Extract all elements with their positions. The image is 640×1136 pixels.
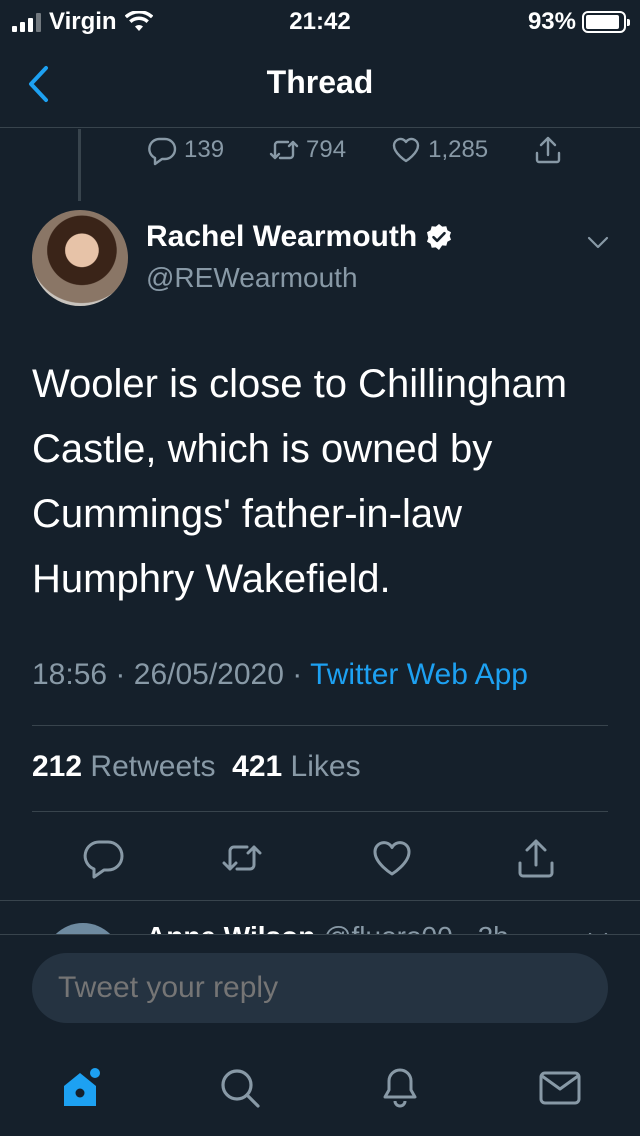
next-reply-preview[interactable]: Anne Wilson @fluoro00 · 2h — [0, 900, 640, 936]
avatar[interactable] — [32, 210, 128, 306]
divider — [32, 725, 608, 726]
likes-stat[interactable]: 421 Likes — [232, 750, 360, 783]
like-total: 421 — [232, 750, 283, 783]
tweet-stats: 212 Retweets 421 Likes — [32, 750, 361, 784]
like-label: Likes — [290, 750, 361, 783]
reply-action[interactable]: 139 — [146, 134, 224, 166]
reply-bar — [0, 934, 640, 1038]
tweet-source-link[interactable]: Twitter Web App — [310, 658, 528, 691]
chevron-down-icon[interactable] — [584, 228, 612, 256]
thread-connector-line — [78, 129, 81, 201]
tweet-time: 18:56 — [32, 658, 108, 691]
nav-header: Thread — [0, 40, 640, 128]
messages-icon[interactable] — [536, 1064, 584, 1112]
tweet-action-bar — [0, 828, 640, 888]
status-right: 93% — [527, 8, 630, 36]
meta-separator: · — [292, 658, 303, 691]
author-handle[interactable]: @REWearmouth — [146, 262, 358, 294]
tweet-date: 26/05/2020 — [133, 658, 284, 691]
retweets-stat[interactable]: 212 Retweets — [32, 750, 215, 783]
home-icon[interactable] — [56, 1064, 104, 1112]
retweet-label: Retweets — [90, 750, 216, 783]
tweet-text: Wooler is close to Chillingham Castle, w… — [32, 362, 568, 601]
reply-count: 139 — [184, 136, 225, 163]
share-action[interactable] — [532, 134, 564, 166]
author-name-row[interactable]: Rachel Wearmouth — [146, 220, 453, 254]
battery-fill — [586, 15, 620, 29]
tab-bar — [0, 1038, 640, 1136]
like-action[interactable]: 1,285 — [390, 134, 488, 166]
page-title: Thread — [266, 64, 374, 100]
retweet-count: 794 — [306, 136, 347, 163]
heart-icon — [392, 137, 420, 163]
reply-input[interactable] — [32, 953, 608, 1023]
notification-dot — [88, 1066, 102, 1080]
retweet-icon — [269, 140, 299, 160]
heart-icon[interactable] — [370, 836, 414, 880]
meta-separator: · — [115, 658, 126, 691]
verified-badge-icon — [427, 224, 452, 250]
previous-tweet-actions: 139 794 1,285 — [146, 132, 608, 168]
notifications-icon[interactable] — [376, 1064, 424, 1112]
battery-percent: 93% — [527, 8, 576, 35]
status-bar: Virgin 21:42 93% — [0, 0, 640, 40]
reply-icon[interactable] — [82, 836, 126, 880]
reply-icon — [148, 137, 177, 166]
divider — [32, 811, 608, 812]
retweet-icon[interactable] — [220, 836, 264, 880]
share-icon — [535, 136, 561, 164]
battery-icon — [582, 11, 630, 33]
retweet-total: 212 — [32, 750, 83, 783]
retweet-action[interactable]: 794 — [268, 134, 346, 166]
tweet-meta: 18:56 · 26/05/2020 · Twitter Web App — [32, 658, 528, 692]
author-name: Rachel Wearmouth — [146, 220, 418, 253]
like-count: 1,285 — [428, 136, 489, 163]
search-icon[interactable] — [216, 1064, 264, 1112]
tweet-author: Rachel Wearmouth @REWearmouth — [32, 208, 612, 308]
share-icon[interactable] — [514, 836, 558, 880]
